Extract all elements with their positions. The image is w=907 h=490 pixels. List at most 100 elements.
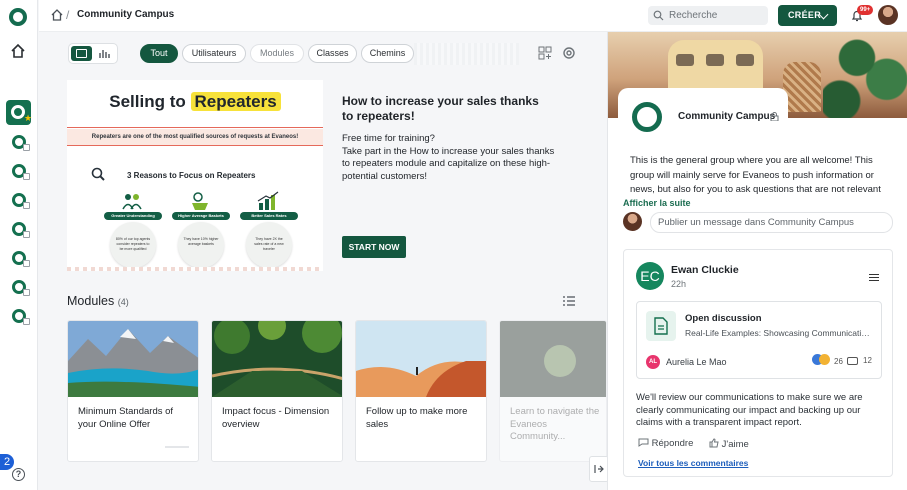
group-name[interactable]: Community Campus xyxy=(678,111,775,122)
show-more-link[interactable]: Afficher la suite xyxy=(623,198,691,208)
reaction-count: 26 xyxy=(834,357,843,366)
start-now-button[interactable]: START NOW xyxy=(342,236,406,258)
user-avatar[interactable] xyxy=(878,5,898,25)
list-icon[interactable] xyxy=(563,296,575,306)
reason-tag: Better Sales Rates xyxy=(240,212,298,220)
filter-chemins[interactable]: Chemins xyxy=(361,44,414,63)
module-card-title: Minimum Standards of your Online Offer xyxy=(78,406,174,430)
filter-utilisateurs[interactable]: Utilisateurs xyxy=(182,44,246,63)
compose-input[interactable]: Publier un message dans Community Campus xyxy=(650,212,893,233)
rail-group-community-campus[interactable]: ★ xyxy=(6,100,33,125)
discussion-title: Open discussion xyxy=(685,313,762,324)
comment-count-value: 12 xyxy=(863,356,872,365)
featured-description-line1: Free time for training? xyxy=(342,133,435,144)
discussion-author-avatar: AL xyxy=(646,355,660,369)
post-author[interactable]: Ewan Cluckie xyxy=(671,264,739,276)
group-description: This is the general group where you are … xyxy=(630,155,881,195)
grid-view-button[interactable] xyxy=(71,46,92,61)
breadcrumb-separator: / xyxy=(66,8,70,22)
rail-group-item[interactable] xyxy=(12,193,30,209)
see-all-comments-link[interactable]: Voir tous les commentaires xyxy=(638,458,748,468)
lock-icon xyxy=(23,231,30,238)
module-thumbnail xyxy=(500,321,606,397)
rail-notification-badge[interactable]: 2 xyxy=(0,454,14,470)
module-card-title: Impact focus - Dimension overview xyxy=(222,406,330,430)
modules-heading: Modules (4) xyxy=(67,294,129,308)
rail-group-item[interactable] xyxy=(12,164,30,180)
group-icon xyxy=(11,105,25,119)
like-button[interactable]: J'aime xyxy=(709,438,749,450)
search-input[interactable]: Recherche xyxy=(648,6,768,25)
module-card[interactable]: Minimum Standards of your Online Offer xyxy=(67,320,199,462)
lock-icon xyxy=(23,144,30,151)
comment-icon xyxy=(847,357,858,365)
settings-icon[interactable] xyxy=(562,46,576,60)
home-icon[interactable] xyxy=(10,43,26,59)
rail-group-item[interactable] xyxy=(12,309,30,325)
shared-discussion-card[interactable]: Open discussion Real-Life Examples: Show… xyxy=(636,301,882,379)
reply-icon xyxy=(638,438,649,447)
search-placeholder: Recherche xyxy=(669,10,718,21)
create-button[interactable]: CRÉER xyxy=(778,5,837,26)
page-title: Community Campus xyxy=(77,9,175,20)
app-logo-icon[interactable] xyxy=(9,8,27,26)
filter-classes[interactable]: Classes xyxy=(308,44,357,63)
modules-count: (4) xyxy=(117,297,129,307)
home-icon[interactable] xyxy=(51,9,63,21)
featured-banner-image[interactable]: Selling to Repeaters Repeaters are one o… xyxy=(67,80,323,271)
like-label: J'aime xyxy=(721,439,749,450)
module-card[interactable]: Follow up to make more sales xyxy=(355,320,487,462)
banner-footer xyxy=(67,267,323,271)
create-button-label: CRÉER xyxy=(788,10,822,20)
featured-description-line2: Take part in the How to increase your sa… xyxy=(342,145,555,182)
lock-icon xyxy=(23,260,30,267)
notification-badge: 99+ xyxy=(857,5,874,15)
post-card: EC Ewan Cluckie 22h Open discussion Real… xyxy=(623,249,893,477)
reason-tag: Greater Understanding xyxy=(104,212,162,220)
module-card[interactable]: Impact focus - Dimension overview xyxy=(211,320,343,462)
module-card[interactable]: Learn to navigate the Evaneos Community.… xyxy=(499,320,607,462)
reply-button[interactable]: Répondre xyxy=(638,438,693,449)
reason-text: They have 2X the sales rate of a new tra… xyxy=(246,222,292,268)
filter-tout[interactable]: Tout xyxy=(140,44,178,63)
grid-view-icon xyxy=(76,49,87,58)
chart-view-icon[interactable] xyxy=(99,48,110,59)
module-thumbnail xyxy=(68,321,198,397)
star-icon: ★ xyxy=(24,113,33,123)
people-icon xyxy=(122,194,142,210)
collapse-panel-button[interactable] xyxy=(589,456,609,482)
rail-group-item[interactable] xyxy=(12,280,30,296)
author-avatar[interactable]: EC xyxy=(636,262,664,290)
bar-chart-icon xyxy=(257,191,279,210)
lock-icon xyxy=(23,202,30,209)
rail-group-item[interactable] xyxy=(12,251,30,267)
rail-group-item[interactable] xyxy=(12,135,30,151)
chair-shape xyxy=(783,62,821,112)
view-toggle xyxy=(68,43,118,64)
help-icon[interactable]: ? xyxy=(12,468,25,481)
module-thumbnail xyxy=(356,321,486,397)
post-body: We'll review our communications to make … xyxy=(636,392,863,428)
discussion-subtitle: Real-Life Examples: Showcasing Communica… xyxy=(685,328,871,338)
banner-title-pre: Selling to xyxy=(109,92,191,111)
reason-tag: Higher Average Baskets xyxy=(172,212,230,220)
module-card-title: Learn to navigate the Evaneos Community.… xyxy=(510,406,600,442)
reason-text: They have 10% higher average baskets xyxy=(178,222,224,268)
collapse-icon xyxy=(594,465,604,473)
filter-modules[interactable]: Modules xyxy=(250,44,304,63)
menu-icon[interactable] xyxy=(869,274,879,281)
banner-title: Selling to Repeaters xyxy=(67,92,323,112)
lock-icon xyxy=(23,289,30,296)
rail-group-item[interactable] xyxy=(12,222,30,238)
filter-scroll-fade xyxy=(414,43,519,65)
reason-text: 80% of our top agents consider repeaters… xyxy=(110,222,156,268)
document-icon xyxy=(646,311,676,341)
reply-label: Répondre xyxy=(651,438,694,449)
current-user-avatar xyxy=(623,212,642,231)
left-rail: ★ 2 ? xyxy=(0,0,38,490)
discussion-author: Aurelia Le Mao xyxy=(666,357,727,367)
featured-title[interactable]: How to increase your sales thanks to rep… xyxy=(342,94,542,124)
divider xyxy=(67,145,323,146)
modules-title: Modules xyxy=(67,294,115,308)
add-icon[interactable] xyxy=(538,46,552,60)
